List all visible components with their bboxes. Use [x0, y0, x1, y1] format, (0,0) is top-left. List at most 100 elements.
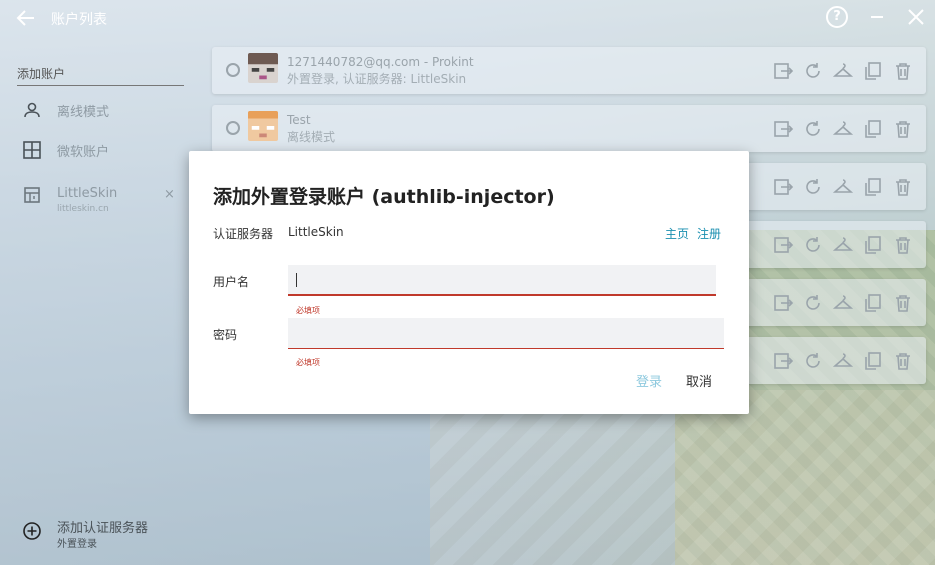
skin-upload-button[interactable] [772, 234, 794, 256]
refresh-button[interactable] [802, 60, 824, 82]
refresh-icon [806, 295, 820, 310]
account-actions [772, 292, 914, 314]
account-actions [772, 60, 914, 82]
hanger-icon [832, 121, 854, 135]
skin-button[interactable] [832, 118, 854, 140]
skin-upload-button[interactable] [772, 292, 794, 314]
skin-button[interactable] [832, 292, 854, 314]
trash-icon [896, 353, 910, 370]
copy-button[interactable] [862, 60, 884, 82]
username-input[interactable] [288, 265, 716, 296]
delete-button[interactable] [892, 60, 914, 82]
account-actions [772, 350, 914, 372]
password-required-error: 必填项 [296, 358, 320, 367]
refresh-icon [806, 353, 820, 368]
remove-server-button[interactable]: × [164, 187, 175, 202]
skin-button[interactable] [832, 60, 854, 82]
trash-icon [896, 179, 910, 196]
copy-button[interactable] [862, 350, 884, 372]
delete-button[interactable] [892, 176, 914, 198]
account-card[interactable]: 1271440782@qq.com - Prokint 外置登录, 认证服务器:… [212, 47, 926, 94]
refresh-icon [806, 179, 820, 194]
login-button[interactable]: 登录 [636, 371, 662, 390]
skin-upload-button[interactable] [772, 350, 794, 372]
account-description: 离线模式 [287, 130, 336, 144]
trash-icon [896, 295, 910, 312]
password-label: 密码 [213, 328, 238, 342]
username-label: 用户名 [213, 275, 250, 289]
refresh-button[interactable] [802, 350, 824, 372]
copy-icon [865, 62, 881, 80]
close-icon [908, 9, 924, 25]
copy-button[interactable] [862, 176, 884, 198]
add-server-sublabel: 外置登录 [57, 539, 97, 550]
upload-icon [774, 353, 794, 369]
sidebar-item-microsoft[interactable]: 微软账户 [0, 132, 195, 166]
add-auth-server-button[interactable]: 添加认证服务器 外置登录 [0, 514, 195, 554]
cancel-button[interactable]: 取消 [686, 371, 712, 390]
refresh-button[interactable] [802, 118, 824, 140]
sidebar-header: 添加账户 [17, 65, 184, 86]
copy-button[interactable] [862, 292, 884, 314]
refresh-button[interactable] [802, 234, 824, 256]
text-caret [296, 273, 297, 287]
skin-upload-button[interactable] [772, 176, 794, 198]
account-avatar [248, 111, 278, 141]
back-button[interactable] [14, 6, 38, 30]
account-select-radio[interactable] [226, 63, 240, 77]
account-avatar [248, 53, 278, 83]
person-icon [24, 102, 40, 118]
trash-icon [896, 63, 910, 80]
refresh-icon [806, 63, 820, 78]
refresh-icon [806, 237, 820, 252]
skin-button[interactable] [832, 350, 854, 372]
sidebar-item-offline[interactable]: 离线模式 [0, 92, 195, 126]
copy-button[interactable] [862, 234, 884, 256]
username-required-error: 必填项 [296, 306, 320, 315]
upload-icon [774, 179, 794, 195]
sidebar-item-label: LittleSkin [57, 186, 118, 201]
delete-button[interactable] [892, 118, 914, 140]
password-input[interactable] [288, 318, 724, 349]
add-account-dialog: 添加外置登录账户 (authlib-injector) 认证服务器 Little… [189, 151, 749, 414]
minimize-button[interactable] [871, 16, 883, 18]
upload-icon [774, 237, 794, 253]
windows-icon [23, 141, 41, 159]
account-actions [772, 176, 914, 198]
server-icon [24, 187, 40, 203]
hanger-icon [832, 237, 854, 251]
register-link[interactable]: 注册 [697, 225, 721, 242]
upload-icon [774, 121, 794, 137]
auth-server-value: LittleSkin [288, 225, 344, 239]
refresh-icon [806, 121, 820, 136]
skin-button[interactable] [832, 176, 854, 198]
copy-icon [865, 120, 881, 138]
copy-button[interactable] [862, 118, 884, 140]
copy-icon [865, 352, 881, 370]
delete-button[interactable] [892, 350, 914, 372]
upload-icon [774, 63, 794, 79]
sidebar-item-littleskin[interactable]: LittleSkin littleskin.cn × [0, 177, 195, 214]
account-card[interactable]: Test 离线模式 [212, 105, 926, 152]
skin-upload-button[interactable] [772, 60, 794, 82]
copy-icon [865, 178, 881, 196]
account-select-radio[interactable] [226, 121, 240, 135]
delete-button[interactable] [892, 292, 914, 314]
hanger-icon [832, 63, 854, 77]
dialog-title: 添加外置登录账户 (authlib-injector) [213, 186, 555, 208]
copy-icon [865, 294, 881, 312]
delete-button[interactable] [892, 234, 914, 256]
refresh-button[interactable] [802, 292, 824, 314]
sidebar: 添加账户 离线模式 微软账户 LittleSkin littleskin.cn … [0, 36, 195, 565]
help-button[interactable]: ? [826, 6, 848, 28]
hanger-icon [832, 295, 854, 309]
refresh-button[interactable] [802, 176, 824, 198]
sidebar-item-sublabel: littleskin.cn [57, 204, 109, 214]
skin-button[interactable] [832, 234, 854, 256]
close-button[interactable] [907, 8, 925, 26]
account-actions [772, 234, 914, 256]
skin-upload-button[interactable] [772, 118, 794, 140]
arrow-left-icon [16, 10, 34, 26]
homepage-link[interactable]: 主页 [665, 225, 689, 242]
account-description: 外置登录, 认证服务器: LittleSkin [287, 72, 467, 86]
